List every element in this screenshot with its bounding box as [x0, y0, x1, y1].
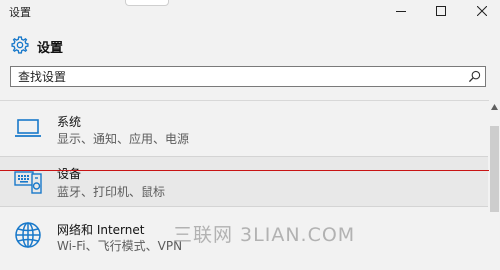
settings-item-system[interactable]: 系统 显示、通知、应用、电源: [0, 106, 488, 156]
annotation-line: [0, 170, 500, 171]
watermark: 三联网 3LIAN.COM: [173, 224, 356, 246]
window-title: 设置: [9, 6, 31, 19]
search-input[interactable]: [11, 67, 458, 86]
settings-header: 设置: [0, 30, 500, 60]
window-grip: [125, 0, 169, 6]
title-bar: 设置: [0, 0, 500, 24]
settings-item-devices-content[interactable]: 设备 蓝牙、打印机、鼠标: [0, 156, 488, 206]
minimize-icon: [396, 11, 406, 12]
item-title: 设备: [57, 167, 82, 181]
item-subtitle: 蓝牙、打印机、鼠标: [57, 185, 166, 199]
search-icon[interactable]: [468, 70, 481, 83]
close-button[interactable]: [464, 0, 500, 22]
page-title: 设置: [37, 41, 64, 56]
item-title: 系统: [57, 115, 82, 129]
item-subtitle: 显示、通知、应用、电源: [57, 132, 190, 146]
scrollbar-thumb[interactable]: [490, 126, 499, 212]
minimize-button[interactable]: [383, 0, 419, 22]
maximize-icon: [436, 6, 446, 16]
item-title: 网络和 Internet: [57, 223, 145, 237]
search-box[interactable]: [10, 66, 486, 87]
laptop-icon: [15, 119, 41, 137]
maximize-button[interactable]: [423, 0, 459, 22]
scroll-up-arrow-icon[interactable]: [490, 103, 499, 111]
gear-icon: [11, 36, 29, 54]
devices-icon: [14, 171, 42, 194]
close-icon: [477, 6, 487, 16]
item-subtitle: Wi-Fi、飞行模式、VPN: [57, 239, 183, 253]
globe-icon: [15, 222, 41, 248]
section-divider: [0, 100, 500, 101]
